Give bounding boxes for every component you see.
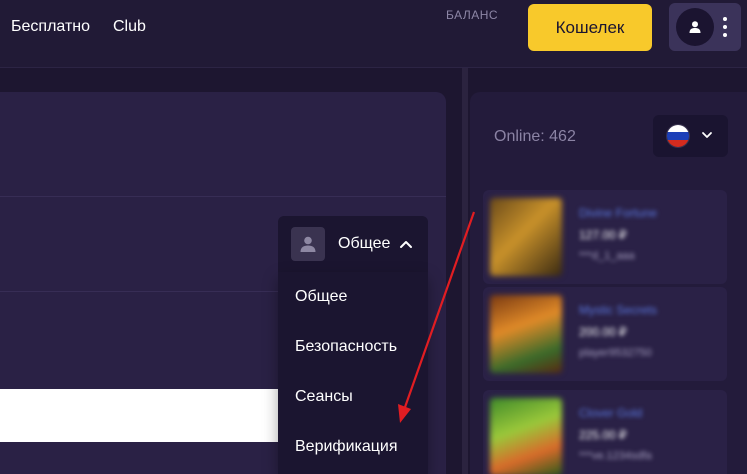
profile-section-dropdown[interactable]: Общее bbox=[278, 216, 428, 272]
dropdown-menu: Общее Безопасность Сеансы Верификация bbox=[278, 272, 428, 474]
game-user: ***d_1_aaa bbox=[579, 250, 635, 262]
nav-free[interactable]: Бесплатно bbox=[11, 18, 90, 36]
game-title[interactable]: Divine Fortune bbox=[579, 206, 657, 220]
game-thumbnail bbox=[490, 198, 562, 276]
game-card[interactable]: Mystic Secrets 200.00 ₽ player9532750 bbox=[483, 287, 727, 381]
menu-item-general[interactable]: Общее bbox=[295, 288, 347, 306]
game-thumbnail bbox=[490, 398, 562, 474]
game-thumbnail bbox=[490, 295, 562, 373]
menu-item-sessions[interactable]: Сеансы bbox=[295, 388, 353, 406]
divider bbox=[0, 291, 278, 292]
dropdown-current-label: Общее bbox=[338, 235, 391, 252]
game-card[interactable]: Clover Gold 225.00 ₽ ***ve.1234sdfa bbox=[483, 390, 727, 474]
wallet-button[interactable]: Кошелек bbox=[528, 4, 652, 51]
balance-label: БАЛАНС bbox=[446, 8, 499, 22]
scrollbar-track[interactable] bbox=[462, 68, 468, 474]
game-title[interactable]: Mystic Secrets bbox=[579, 303, 657, 317]
user-menu-button[interactable] bbox=[669, 3, 741, 51]
online-count: Online: 462 bbox=[494, 128, 576, 145]
vertical-dots-icon bbox=[721, 17, 729, 37]
game-user: player9532750 bbox=[579, 347, 652, 359]
divider bbox=[0, 196, 446, 197]
menu-item-verification[interactable]: Верификация bbox=[295, 438, 398, 456]
user-icon bbox=[676, 8, 714, 46]
game-title[interactable]: Clover Gold bbox=[579, 406, 642, 420]
menu-item-security[interactable]: Безопасность bbox=[295, 338, 397, 356]
nav-club[interactable]: Club bbox=[113, 18, 146, 36]
game-amount: 225.00 ₽ bbox=[579, 428, 627, 442]
chevron-down-icon bbox=[702, 132, 712, 138]
chevron-up-icon bbox=[400, 241, 412, 248]
game-amount: 200.00 ₽ bbox=[579, 325, 627, 339]
game-user: ***ve.1234sdfa bbox=[579, 450, 652, 462]
user-icon bbox=[291, 227, 325, 261]
game-amount: 127.00 ₽ bbox=[579, 228, 627, 242]
input-field[interactable] bbox=[0, 389, 278, 442]
game-card[interactable]: Divine Fortune 127.00 ₽ ***d_1_aaa bbox=[483, 190, 727, 284]
russia-flag-icon bbox=[666, 124, 690, 148]
live-feed-panel: Online: 462 Divine Fortune 127.00 ₽ ***d… bbox=[470, 92, 747, 474]
top-bar: Бесплатно Club БАЛАНС Кошелек bbox=[0, 0, 747, 68]
language-selector[interactable] bbox=[653, 115, 728, 157]
